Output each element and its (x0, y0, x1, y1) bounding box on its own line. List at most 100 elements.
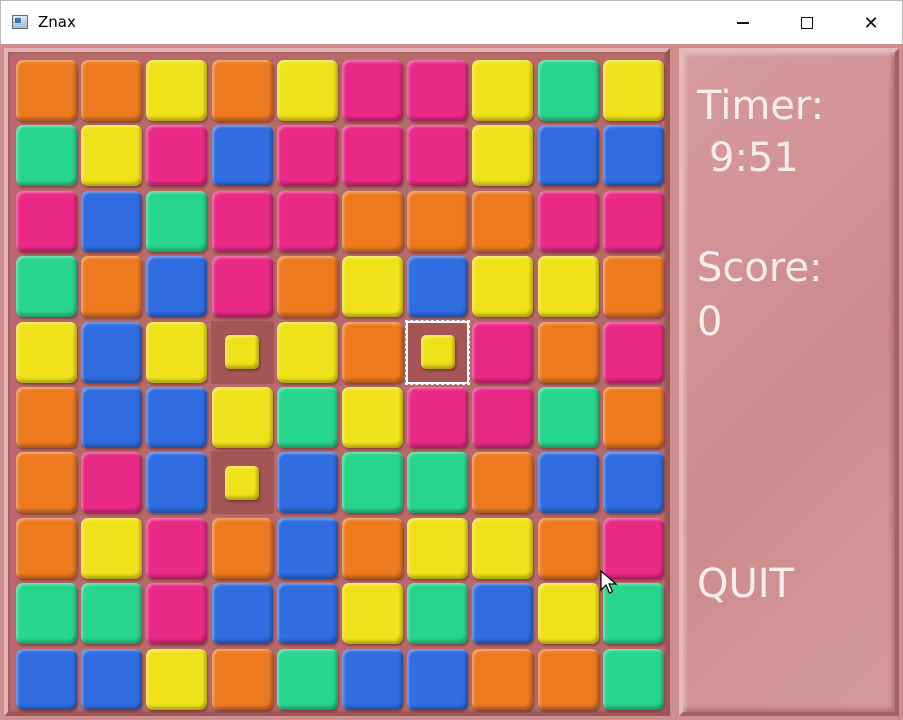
tile-orange[interactable] (537, 648, 599, 710)
tile-pink[interactable] (407, 125, 469, 187)
tile-blue[interactable] (537, 452, 599, 514)
tile-yellow[interactable] (342, 583, 403, 645)
tile-yellow[interactable] (537, 256, 599, 318)
tile-yellow[interactable] (211, 387, 273, 448)
maximize-button[interactable] (775, 1, 839, 45)
close-button[interactable]: ✕ (839, 1, 903, 45)
tile-pink[interactable] (407, 387, 469, 448)
tile-blue[interactable] (81, 321, 143, 383)
tile-orange[interactable] (472, 190, 534, 252)
tile-yellow[interactable] (472, 60, 534, 121)
tile-green[interactable] (537, 387, 599, 448)
tile-pink[interactable] (472, 387, 534, 448)
tile-yellow[interactable] (602, 60, 664, 121)
tile-yellow[interactable] (16, 321, 77, 383)
tile-pink[interactable] (342, 125, 403, 187)
tile-pink[interactable] (16, 190, 77, 252)
tile-orange[interactable] (16, 60, 77, 121)
tile-blue[interactable] (81, 648, 143, 710)
tile-pink[interactable] (602, 190, 664, 252)
tile-orange[interactable] (211, 648, 273, 710)
tile-yellow[interactable] (146, 60, 208, 121)
tile-yellow[interactable] (407, 517, 469, 579)
tile-yellow[interactable] (81, 517, 143, 579)
tile-blue[interactable] (146, 256, 208, 318)
tile-green[interactable] (407, 583, 469, 645)
tile-yellow[interactable] (342, 387, 403, 448)
tile-orange[interactable] (537, 321, 599, 383)
tile-green[interactable] (16, 125, 77, 187)
tile-yellow[interactable] (472, 125, 534, 187)
tile-pink[interactable] (211, 190, 273, 252)
tile-blue[interactable] (276, 452, 338, 514)
tile-yellow[interactable] (537, 583, 599, 645)
tile-orange[interactable] (16, 387, 77, 448)
tile-orange[interactable] (602, 387, 664, 448)
tile-orange[interactable] (407, 190, 469, 252)
tile-blue[interactable] (81, 190, 143, 252)
tile-pink[interactable] (81, 452, 143, 514)
tile-pink[interactable] (146, 125, 208, 187)
tile-blue[interactable] (211, 125, 273, 187)
tile-blue[interactable] (407, 648, 469, 710)
tile-orange[interactable] (211, 60, 273, 121)
tile-green[interactable] (16, 583, 77, 645)
game-board[interactable] (15, 59, 667, 713)
tile-orange[interactable] (472, 452, 534, 514)
tile-pink[interactable] (146, 517, 208, 579)
tile-yellow[interactable] (146, 648, 208, 710)
tile-orange[interactable] (472, 648, 534, 710)
tile-blue[interactable] (211, 583, 273, 645)
tile-orange[interactable] (81, 256, 143, 318)
tile-orange[interactable] (342, 190, 403, 252)
tile-green[interactable] (342, 452, 403, 514)
tile-orange[interactable] (276, 256, 338, 318)
tile-blue[interactable] (407, 256, 469, 318)
tile-pink[interactable] (342, 60, 403, 121)
tile-blue[interactable] (276, 583, 338, 645)
tile-green[interactable] (407, 452, 469, 514)
tile-green[interactable] (537, 60, 599, 121)
tile-blue[interactable] (537, 125, 599, 187)
tile-yellow[interactable] (81, 125, 143, 187)
tile-orange[interactable] (537, 517, 599, 579)
marked-tile-yellow[interactable] (225, 465, 260, 500)
tile-blue[interactable] (146, 387, 208, 448)
minimize-button[interactable] (711, 1, 775, 45)
tile-yellow[interactable] (472, 256, 534, 318)
tile-orange[interactable] (16, 452, 77, 514)
tile-yellow[interactable] (276, 321, 338, 383)
tile-blue[interactable] (342, 648, 403, 710)
tile-pink[interactable] (602, 321, 664, 383)
tile-pink[interactable] (407, 60, 469, 121)
tile-blue[interactable] (472, 583, 534, 645)
tile-orange[interactable] (342, 321, 403, 383)
quit-button[interactable]: QUIT (697, 564, 794, 604)
tile-blue[interactable] (276, 517, 338, 579)
tile-yellow[interactable] (472, 517, 534, 579)
marked-tile-yellow[interactable] (225, 335, 260, 370)
tile-blue[interactable] (81, 387, 143, 448)
tile-orange[interactable] (602, 256, 664, 318)
tile-orange[interactable] (211, 517, 273, 579)
tile-pink[interactable] (472, 321, 534, 383)
tile-pink[interactable] (276, 190, 338, 252)
tile-green[interactable] (16, 256, 77, 318)
tile-pink[interactable] (146, 583, 208, 645)
tile-green[interactable] (602, 648, 664, 710)
tile-orange[interactable] (342, 517, 403, 579)
tile-orange[interactable] (16, 517, 77, 579)
tile-green[interactable] (276, 387, 338, 448)
tile-pink[interactable] (276, 125, 338, 187)
tile-yellow[interactable] (342, 256, 403, 318)
tile-pink[interactable] (537, 190, 599, 252)
tile-yellow[interactable] (146, 321, 208, 383)
tile-pink[interactable] (211, 256, 273, 318)
tile-green[interactable] (81, 583, 143, 645)
tile-yellow[interactable] (276, 60, 338, 121)
tile-green[interactable] (146, 190, 208, 252)
tile-blue[interactable] (146, 452, 208, 514)
tile-blue[interactable] (602, 125, 664, 187)
tile-blue[interactable] (16, 648, 77, 710)
tile-green[interactable] (276, 648, 338, 710)
